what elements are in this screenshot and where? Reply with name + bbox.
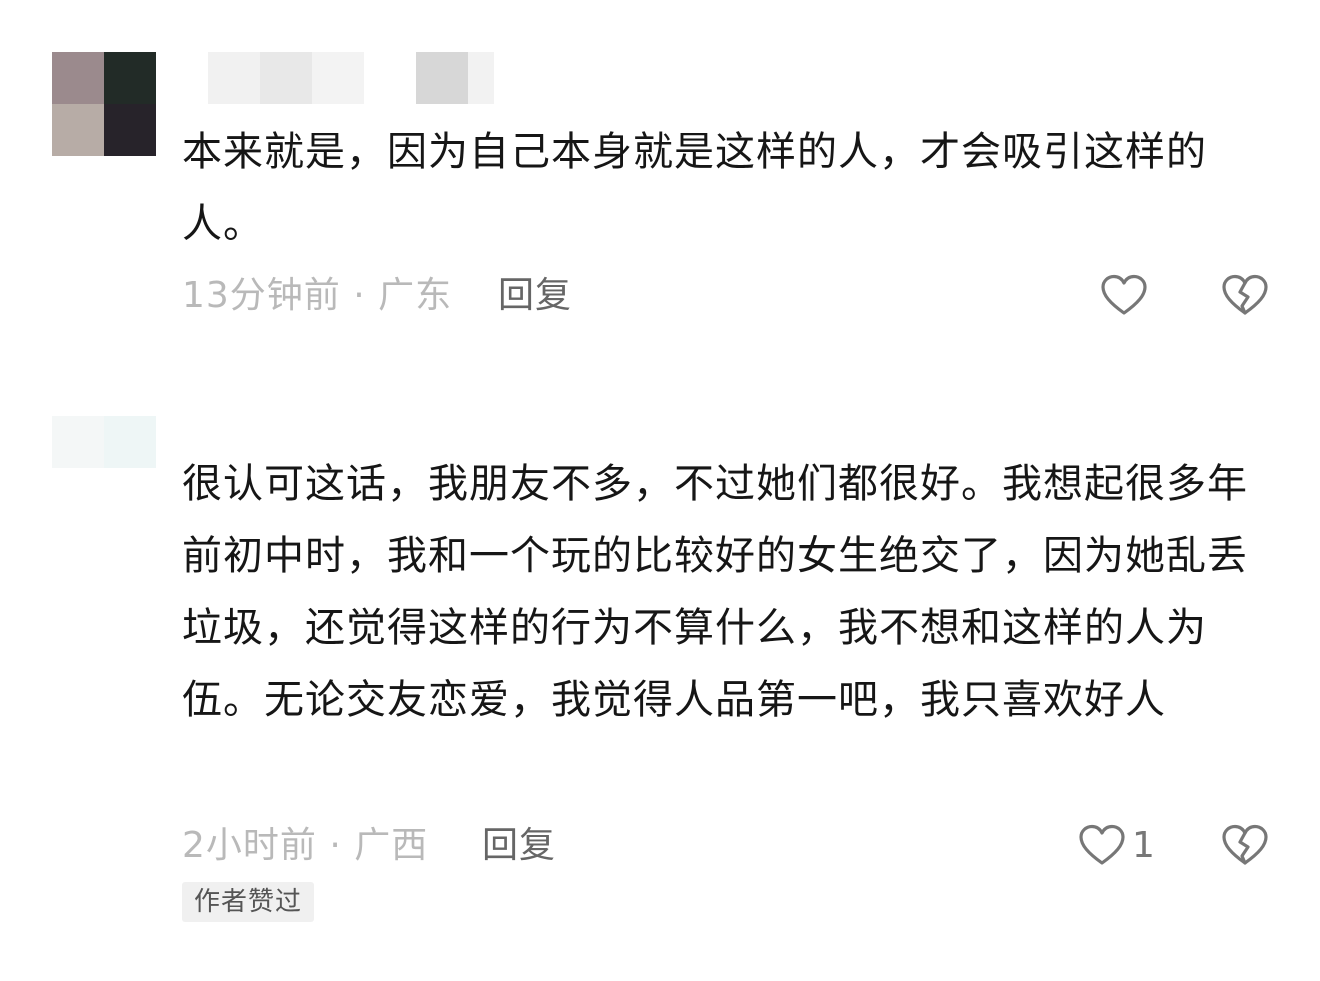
meta-separator: · (316, 825, 355, 866)
comment-text: 很认可这话，我朋友不多，不过她们都很好。我想起很多年前初中时，我和一个玩的比较好… (182, 461, 1248, 723)
reply-button[interactable]: 回复 (482, 824, 556, 868)
broken-heart-icon (1222, 824, 1268, 865)
heart-outline-icon (1079, 824, 1125, 865)
comment-item: 很认可这话，我朋友不多，不过她们都很好。我想起很多年前初中时，我和一个玩的比较好… (0, 0, 1320, 981)
comment-location: 广西 (354, 825, 429, 866)
like-button[interactable] (1078, 822, 1126, 870)
comment-time: 2小时前 (182, 825, 317, 866)
dislike-button[interactable] (1221, 822, 1269, 870)
comment-meta: 2小时前 · 广西 (182, 824, 428, 868)
avatar-pixel (52, 416, 104, 468)
like-count: 1 (1132, 825, 1155, 866)
author-liked-badge: 作者赞过 (182, 882, 315, 922)
avatar[interactable] (52, 416, 156, 468)
avatar-pixel (104, 416, 156, 468)
